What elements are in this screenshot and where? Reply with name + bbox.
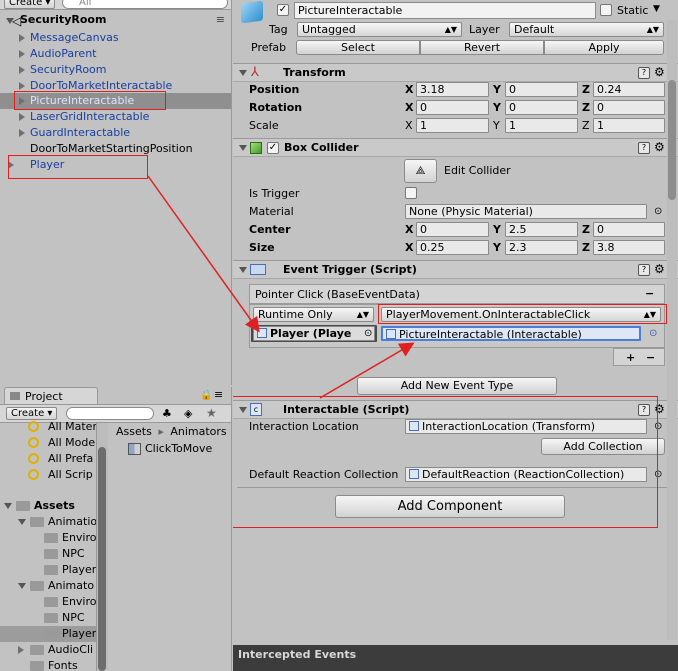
annotation-arrow-interactable bbox=[319, 342, 415, 399]
annotation-arrow-player bbox=[147, 175, 260, 333]
annotation-arrows bbox=[147, 175, 415, 399]
